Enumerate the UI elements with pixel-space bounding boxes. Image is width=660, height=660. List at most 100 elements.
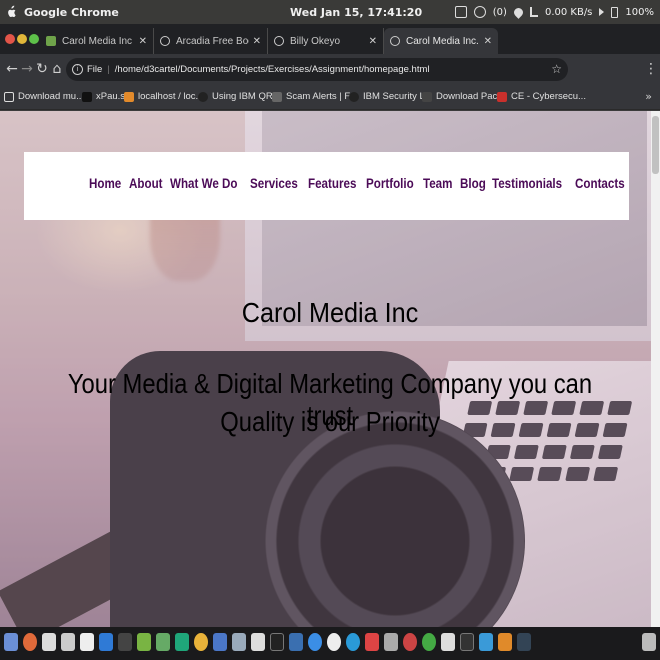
files-icon[interactable]: [42, 633, 56, 651]
back-arrow-icon[interactable]: ←: [4, 61, 20, 77]
minimize-window-button[interactable]: [17, 34, 27, 44]
site-navbar: Home About What We Do Services Features …: [24, 152, 629, 220]
notes-icon[interactable]: [80, 633, 94, 651]
bookmark-item[interactable]: IBM Security L...: [349, 91, 433, 102]
nav-link-contacts[interactable]: Contacts: [575, 176, 625, 191]
app-icon[interactable]: [403, 633, 417, 651]
home-icon[interactable]: ⌂: [49, 61, 65, 77]
tab-arcadia[interactable]: Arcadia Free Bootstrap T ✕: [154, 28, 268, 54]
mail-icon[interactable]: [365, 633, 379, 651]
bookmark-item[interactable]: Download mu...: [4, 91, 84, 102]
maximize-window-button[interactable]: [29, 34, 39, 44]
appstore-icon[interactable]: [308, 633, 322, 651]
tab-favicon-icon: [46, 36, 56, 46]
tab-carol-media-active[interactable]: Carol Media Inc. ✕: [384, 28, 498, 54]
bookmark-label: CE - Cybersecu...: [511, 91, 586, 102]
app-icon[interactable]: [289, 633, 303, 651]
reload-icon[interactable]: ↻: [34, 61, 50, 77]
notification-count[interactable]: (0): [493, 7, 507, 18]
finder-icon[interactable]: [4, 633, 18, 651]
system-tray: (0) 0.00 KB/s 100%: [454, 5, 654, 19]
chrome-icon[interactable]: [194, 633, 208, 651]
active-app-name[interactable]: Google Chrome: [24, 6, 119, 19]
pycharm-icon[interactable]: [175, 633, 189, 651]
bookmarks-overflow-icon[interactable]: »: [645, 90, 652, 103]
sublime-icon[interactable]: [118, 633, 132, 651]
launchpad-icon[interactable]: [23, 633, 37, 651]
bookmark-star-icon[interactable]: ☆: [551, 62, 562, 76]
app-icon[interactable]: [441, 633, 455, 651]
address-bar[interactable]: i File | /home/d3cartel/Documents/Projec…: [66, 58, 568, 81]
network-speed[interactable]: 0.00 KB/s: [545, 7, 592, 18]
bookmark-label: Download Pac...: [436, 91, 506, 102]
app-icon[interactable]: [384, 633, 398, 651]
forward-arrow-icon[interactable]: →: [19, 61, 35, 77]
nav-link-testimonials[interactable]: Testimonials: [492, 176, 562, 191]
app-icon[interactable]: [61, 633, 75, 651]
tab-carol-media-1[interactable]: Carol Media Inc ✕: [40, 28, 154, 54]
url-text[interactable]: /home/d3cartel/Documents/Projects/Exerci…: [115, 64, 430, 75]
android-icon[interactable]: [137, 633, 151, 651]
dropbox-icon[interactable]: [454, 6, 467, 18]
bookmark-item[interactable]: Download Pac...: [422, 91, 505, 102]
tab-label: Billy Okeyo: [290, 35, 341, 47]
skype-icon[interactable]: [346, 633, 360, 651]
system-clock[interactable]: Wed Jan 15, 17:41:20: [290, 6, 422, 19]
tab-billy-okeyo[interactable]: Billy Okeyo ✕: [268, 28, 384, 54]
url-separator: |: [107, 64, 110, 75]
battery-icon[interactable]: [611, 6, 619, 18]
battery-percent[interactable]: 100%: [625, 7, 654, 18]
nav-link-blog[interactable]: Blog: [460, 176, 486, 191]
menu-icon[interactable]: ⋮: [643, 61, 659, 77]
info-icon[interactable]: i: [72, 64, 83, 75]
app-icon[interactable]: [213, 633, 227, 651]
bookmark-label: Download mu...: [18, 91, 85, 102]
bookmark-item[interactable]: Scam Alerts | F...: [272, 91, 357, 102]
app-icon[interactable]: [327, 633, 341, 651]
app-icon[interactable]: [156, 633, 170, 651]
nav-link-about[interactable]: About: [129, 176, 163, 191]
app-icon[interactable]: [479, 633, 493, 651]
vscode-icon[interactable]: [99, 633, 113, 651]
nav-link-team[interactable]: Team: [423, 176, 452, 191]
close-icon[interactable]: ✕: [369, 36, 377, 47]
drop-icon[interactable]: [512, 5, 525, 19]
close-icon[interactable]: ✕: [484, 36, 492, 47]
bookmark-icon: [497, 91, 507, 102]
close-icon[interactable]: ✕: [253, 36, 261, 47]
close-icon[interactable]: ✕: [139, 36, 147, 47]
terminal-icon[interactable]: [270, 633, 284, 651]
tab-strip: Carol Media Inc ✕ Arcadia Free Bootstrap…: [0, 24, 660, 70]
network-icon[interactable]: [529, 7, 538, 17]
document-icon[interactable]: [251, 633, 265, 651]
volume-icon[interactable]: [599, 8, 605, 16]
bookmark-item[interactable]: CE - Cybersecu...: [497, 91, 586, 102]
app-icon[interactable]: [422, 633, 436, 651]
bookmark-icon: [124, 91, 134, 102]
bookmark-item[interactable]: localhost / loc...: [124, 91, 203, 102]
apple-logo-icon[interactable]: [4, 5, 18, 19]
app-icon[interactable]: [232, 633, 246, 651]
globe-icon: [274, 36, 284, 46]
nav-link-portfolio[interactable]: Portfolio: [366, 176, 414, 191]
bookmark-label: Scam Alerts | F...: [286, 91, 358, 102]
nav-link-home[interactable]: Home: [89, 176, 121, 191]
app-icon[interactable]: [517, 633, 531, 651]
app-icon[interactable]: [460, 633, 474, 651]
trash-icon[interactable]: [642, 633, 656, 651]
timer-icon[interactable]: [473, 6, 486, 18]
nav-link-what-we-do[interactable]: What We Do: [170, 176, 238, 191]
tab-label: Carol Media Inc: [62, 35, 133, 47]
page-scrollbar[interactable]: [651, 111, 660, 627]
hero-title: Carol Media Inc: [241, 297, 419, 328]
bookmark-item[interactable]: Using IBM QR...: [198, 91, 281, 102]
url-scheme: File: [87, 64, 103, 75]
close-window-button[interactable]: [5, 34, 15, 44]
nav-link-features[interactable]: Features: [308, 176, 356, 191]
hero-subtitle: Quality is our Priority: [220, 406, 440, 437]
scrollbar-thumb[interactable]: [652, 116, 659, 174]
app-icon[interactable]: [498, 633, 512, 651]
bookmark-icon: [349, 91, 359, 102]
nav-link-services[interactable]: Services: [250, 176, 298, 191]
browser-toolbar: ← → ↻ ⌂ i File | /home/d3cartel/Document…: [0, 54, 660, 128]
